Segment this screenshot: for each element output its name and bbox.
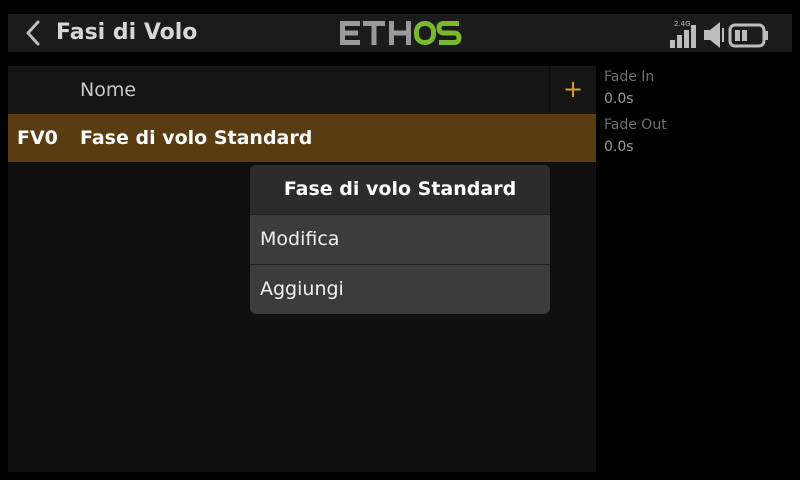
status-area: 2.4G — [666, 16, 786, 50]
column-header-name: Nome — [80, 79, 137, 101]
chevron-left-icon — [26, 20, 40, 46]
band-label: 2.4G — [674, 20, 691, 28]
page-title: Fasi di Volo — [56, 20, 198, 45]
menu-item-modifica[interactable]: Modifica — [250, 214, 550, 264]
signal-icon: 2.4G — [670, 20, 696, 48]
fade-in-label: Fade In — [604, 69, 655, 85]
add-button[interactable]: + — [549, 66, 596, 114]
context-menu: Fase di volo Standard Modifica Aggiungi — [250, 165, 550, 314]
details-panel: Fade In 0.0s Fade Out 0.0s — [604, 66, 792, 162]
row-id: FV0 — [17, 127, 58, 149]
battery-icon — [728, 23, 768, 48]
row-name: Fase di volo Standard — [80, 127, 313, 149]
list-header: Nome + — [8, 66, 596, 114]
menu-item-label: Modifica — [260, 228, 340, 250]
fade-in-value: 0.0s — [604, 91, 634, 107]
table-row[interactable]: FV0 Fase di volo Standard — [8, 114, 596, 162]
back-button[interactable] — [18, 18, 50, 48]
fade-out-value: 0.0s — [604, 139, 634, 155]
fade-out-label: Fade Out — [604, 117, 667, 133]
menu-item-aggiungi[interactable]: Aggiungi — [250, 264, 550, 314]
menu-item-label: Aggiungi — [260, 278, 344, 300]
menu-title: Fase di volo Standard — [250, 165, 550, 214]
plus-icon: + — [562, 75, 584, 103]
volume-icon — [704, 22, 724, 48]
top-bar: Fasi di Volo 2.4G — [8, 14, 792, 52]
ethos-logo — [340, 21, 462, 45]
